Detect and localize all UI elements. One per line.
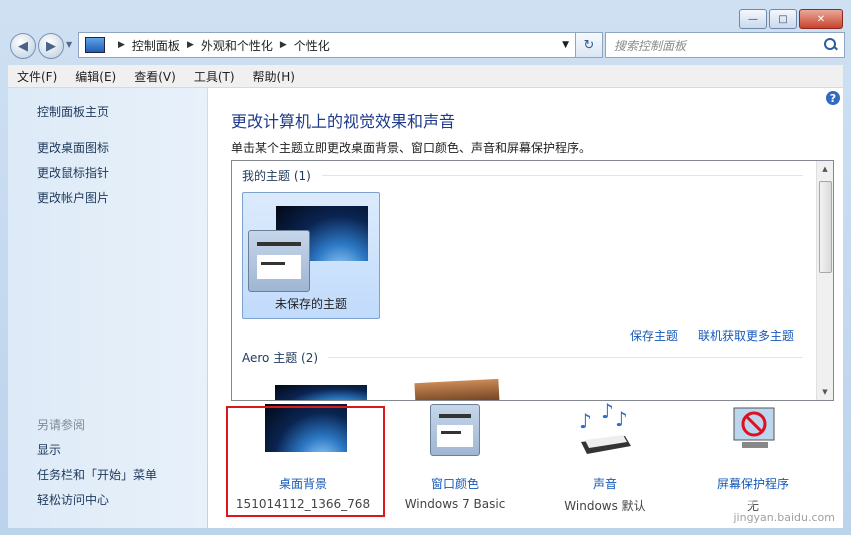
menu-tools[interactable]: 工具(T) <box>185 68 244 85</box>
see-also-label: 另请参阅 <box>37 418 86 432</box>
sidebar-link-control-panel-home[interactable]: 控制面板主页 <box>37 103 109 120</box>
breadcrumb-appearance[interactable]: 外观和个性化 <box>201 37 273 54</box>
window-color-label[interactable]: 窗口颜色 <box>380 475 530 492</box>
window-color-icon <box>430 404 480 456</box>
sidebar-link-taskbar[interactable]: 任务栏和「开始」菜单 <box>37 466 157 483</box>
window: — □ ✕ ◀ ▶ ▼ ▶ 控制面板 ▶ 外观和个性化 ▶ 个性化 ▼ ↻ 搜索… <box>0 0 851 535</box>
maximize-button[interactable]: □ <box>769 9 797 29</box>
search-box[interactable]: 搜索控制面板 <box>605 32 845 58</box>
sidebar-link-desktop-icons[interactable]: 更改桌面图标 <box>37 139 109 156</box>
get-more-themes-link[interactable]: 联机获取更多主题 <box>698 327 794 344</box>
theme-unsaved[interactable]: 未保存的主题 <box>242 192 380 319</box>
menu-help[interactable]: 帮助(H) <box>244 68 304 85</box>
aero-theme-thumbnail[interactable] <box>275 385 367 400</box>
page-description: 单击某个主题立即更改桌面背景、窗口颜色、声音和屏幕保护程序。 <box>231 141 592 155</box>
sidebar-link-display[interactable]: 显示 <box>37 441 61 458</box>
save-theme-link[interactable]: 保存主题 <box>630 327 678 344</box>
address-row: ◀ ▶ ▼ ▶ 控制面板 ▶ 外观和个性化 ▶ 个性化 ▼ ↻ 搜索控制面板 <box>8 32 845 59</box>
svg-text:♪: ♪ <box>601 402 614 423</box>
forward-button[interactable]: ▶ <box>38 33 64 59</box>
menu-bar: 文件(F) 编辑(E) 查看(V) 工具(T) 帮助(H) <box>8 65 843 88</box>
baidu-watermark-text: Bai du 经验 <box>681 483 836 513</box>
close-button[interactable]: ✕ <box>799 9 843 29</box>
sounds-value: Windows 默认 <box>564 499 646 513</box>
sounds-label[interactable]: 声音 <box>530 475 680 492</box>
search-input[interactable]: 搜索控制面板 <box>606 37 822 54</box>
screensaver-icon <box>733 407 775 448</box>
menu-file[interactable]: 文件(F) <box>8 68 66 85</box>
help-icon[interactable]: ? <box>826 91 840 105</box>
breadcrumb-separator[interactable]: ▶ <box>118 40 125 50</box>
baidu-watermark: Bai du 经验 jingyan.baidu.com <box>682 473 841 533</box>
scroll-down-icon[interactable]: ▼ <box>817 384 833 400</box>
group-header-my-themes: 我的主题 (1) <box>242 169 311 183</box>
window-color-icon <box>248 230 310 292</box>
refresh-button[interactable]: ↻ <box>575 32 603 58</box>
page-title: 更改计算机上的视觉效果和声音 <box>231 112 456 131</box>
window-color-value: Windows 7 Basic <box>404 497 506 511</box>
vertical-scrollbar[interactable]: ▲ ▼ <box>816 161 833 400</box>
group-divider <box>328 357 803 358</box>
sidebar-link-account-picture[interactable]: 更改帐户图片 <box>37 189 109 206</box>
sounds-icon: ♪ ♪ ♪ <box>579 402 631 454</box>
scroll-up-icon[interactable]: ▲ <box>817 161 833 177</box>
theme-label: 未保存的主题 <box>274 297 347 311</box>
svg-text:♪: ♪ <box>579 409 592 433</box>
menu-edit[interactable]: 编辑(E) <box>66 68 125 85</box>
breadcrumb-control-panel[interactable]: 控制面板 <box>132 37 180 54</box>
sidebar: 控制面板主页 更改桌面图标 更改鼠标指针 更改帐户图片 另请参阅 显示 任务栏和… <box>8 88 207 528</box>
search-icon[interactable] <box>822 37 838 53</box>
recent-pages-dropdown[interactable]: ▼ <box>66 40 72 49</box>
sidebar-link-mouse-pointers[interactable]: 更改鼠标指针 <box>37 164 109 181</box>
control-panel-icon <box>85 37 105 53</box>
address-bar[interactable]: ▶ 控制面板 ▶ 外观和个性化 ▶ 个性化 ▼ <box>78 32 576 58</box>
menu-view[interactable]: 查看(V) <box>125 68 185 85</box>
breadcrumb-separator[interactable]: ▶ <box>280 40 287 50</box>
breadcrumb-separator[interactable]: ▶ <box>187 40 194 50</box>
back-button[interactable]: ◀ <box>10 33 36 59</box>
minimize-button[interactable]: — <box>739 9 767 29</box>
caption-buttons: — □ ✕ <box>739 9 843 29</box>
address-dropdown-icon[interactable]: ▼ <box>562 40 569 50</box>
group-header-aero-themes: Aero 主题 (2) <box>242 351 319 365</box>
aero-theme-thumbnail[interactable] <box>414 378 500 400</box>
baidu-watermark-url: jingyan.baidu.com <box>733 511 835 524</box>
scroll-thumb[interactable] <box>819 181 832 273</box>
breadcrumb-personalization[interactable]: 个性化 <box>294 37 330 54</box>
main-content: ? 更改计算机上的视觉效果和声音 单击某个主题立即更改桌面背景、窗口颜色、声音和… <box>208 88 843 528</box>
theme-list: 我的主题 (1) 未保存的主题 保存主题 联机获取更多主题 Aero 主题 (2… <box>231 160 834 401</box>
highlight-box <box>226 406 385 517</box>
group-divider <box>322 175 803 176</box>
svg-text:♪: ♪ <box>615 407 628 431</box>
sidebar-link-ease-of-access[interactable]: 轻松访问中心 <box>37 491 109 508</box>
